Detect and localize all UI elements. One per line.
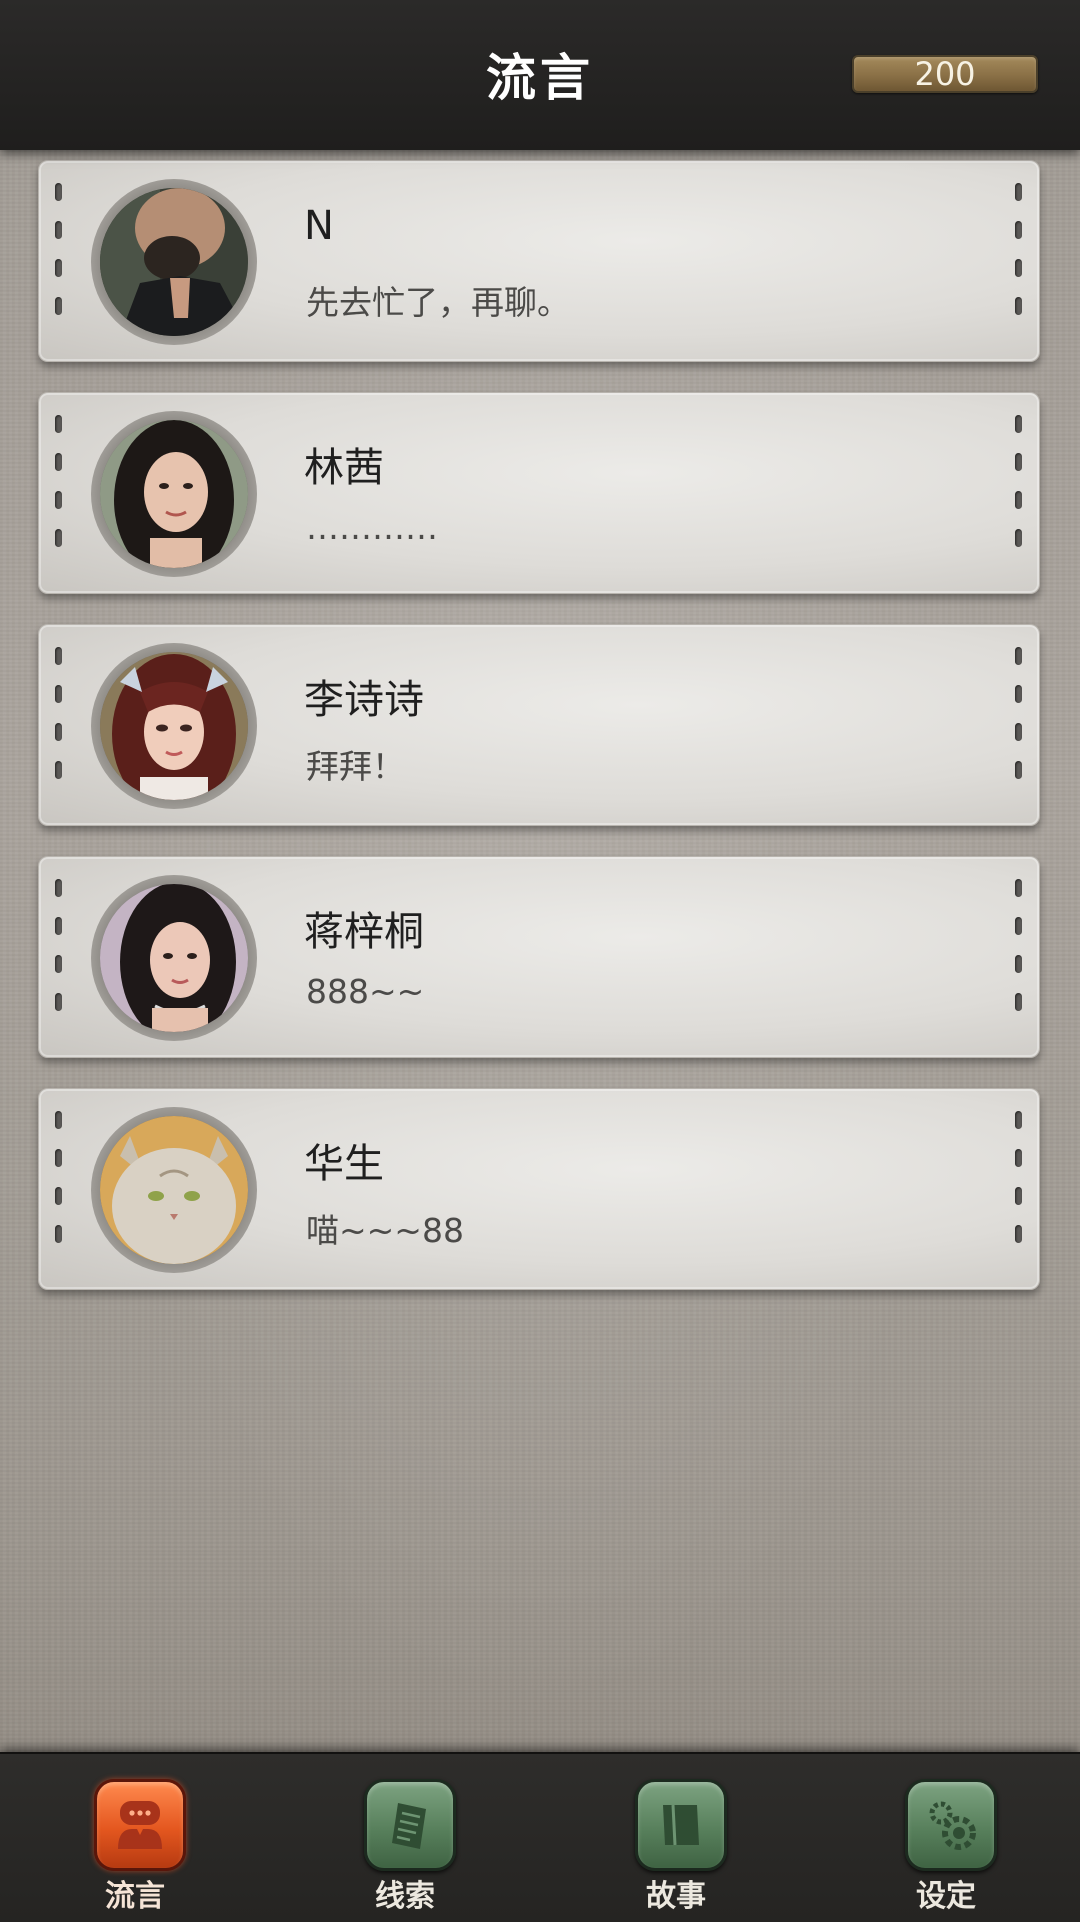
- card-perforation: [1015, 647, 1023, 807]
- tab-label: 线索: [375, 1879, 435, 1914]
- last-message: 888~~: [306, 972, 425, 1011]
- avatar-frame: [91, 643, 257, 809]
- tab-label: 流言: [105, 1879, 165, 1914]
- woman-portrait-avatar[interactable]: [100, 420, 248, 568]
- tab-button[interactable]: [905, 1779, 997, 1871]
- top-bar: 流言 200: [0, 0, 1080, 150]
- bottom-nav: 流言 线索 故事 设定: [0, 1752, 1080, 1922]
- avatar-frame: [91, 875, 257, 1041]
- card-perforation: [55, 415, 63, 575]
- tab-button[interactable]: [635, 1779, 727, 1871]
- tab-clues[interactable]: 线索: [350, 1779, 460, 1919]
- contact-list: N 先去忙了，再聊。 林茜 ………… 李诗诗 拜拜！ 蒋梓桐 888~~ 华生 …: [38, 160, 1040, 1320]
- last-message: 喵~~~88: [306, 1211, 464, 1250]
- tab-label: 故事: [646, 1879, 706, 1914]
- contact-card-huasheng[interactable]: 华生 喵~~~88: [38, 1088, 1040, 1290]
- tab-button[interactable]: [94, 1779, 186, 1871]
- coin-count: 200: [914, 55, 976, 93]
- tab-settings[interactable]: 设定: [891, 1779, 1001, 1919]
- last-message: 拜拜！: [306, 747, 405, 786]
- card-perforation: [1015, 415, 1023, 575]
- settings-gear-icon: [929, 1801, 976, 1850]
- clue-paper-icon: [392, 1803, 426, 1849]
- avatar-frame: [91, 1107, 257, 1273]
- card-perforation: [55, 183, 63, 343]
- card-perforation: [1015, 1111, 1023, 1271]
- tab-rumors[interactable]: 流言: [80, 1779, 190, 1919]
- story-book-icon: [663, 1804, 699, 1846]
- tab-button[interactable]: [364, 1779, 456, 1871]
- woman-portrait-avatar[interactable]: [100, 652, 248, 800]
- card-perforation: [55, 879, 63, 1039]
- contact-name: 林茜: [304, 445, 384, 491]
- card-perforation: [55, 647, 63, 807]
- contact-name: 蒋梓桐: [304, 909, 424, 955]
- tab-label: 设定: [916, 1879, 976, 1914]
- contact-card-n[interactable]: N 先去忙了，再聊。: [38, 160, 1040, 362]
- contact-card-lishishi[interactable]: 李诗诗 拜拜！: [38, 624, 1040, 826]
- card-perforation: [55, 1111, 63, 1271]
- chat-bubble-icon: [118, 1801, 162, 1849]
- woman-portrait-avatar[interactable]: [100, 884, 248, 1032]
- last-message: …………: [306, 508, 438, 547]
- contact-card-jiangzitong[interactable]: 蒋梓桐 888~~: [38, 856, 1040, 1058]
- contact-card-linqian[interactable]: 林茜 …………: [38, 392, 1040, 594]
- avatar-frame: [91, 179, 257, 345]
- contact-name: 华生: [304, 1141, 384, 1187]
- contact-name: 李诗诗: [304, 677, 424, 723]
- man-portrait-avatar[interactable]: [100, 188, 248, 336]
- contact-name: N: [304, 203, 334, 249]
- coin-counter: 200: [852, 55, 1038, 93]
- tab-story[interactable]: 故事: [621, 1779, 731, 1919]
- cat-portrait-avatar[interactable]: [100, 1116, 248, 1264]
- card-perforation: [1015, 879, 1023, 1039]
- last-message: 先去忙了，再聊。: [306, 283, 570, 322]
- avatar-frame: [91, 411, 257, 577]
- card-perforation: [1015, 183, 1023, 343]
